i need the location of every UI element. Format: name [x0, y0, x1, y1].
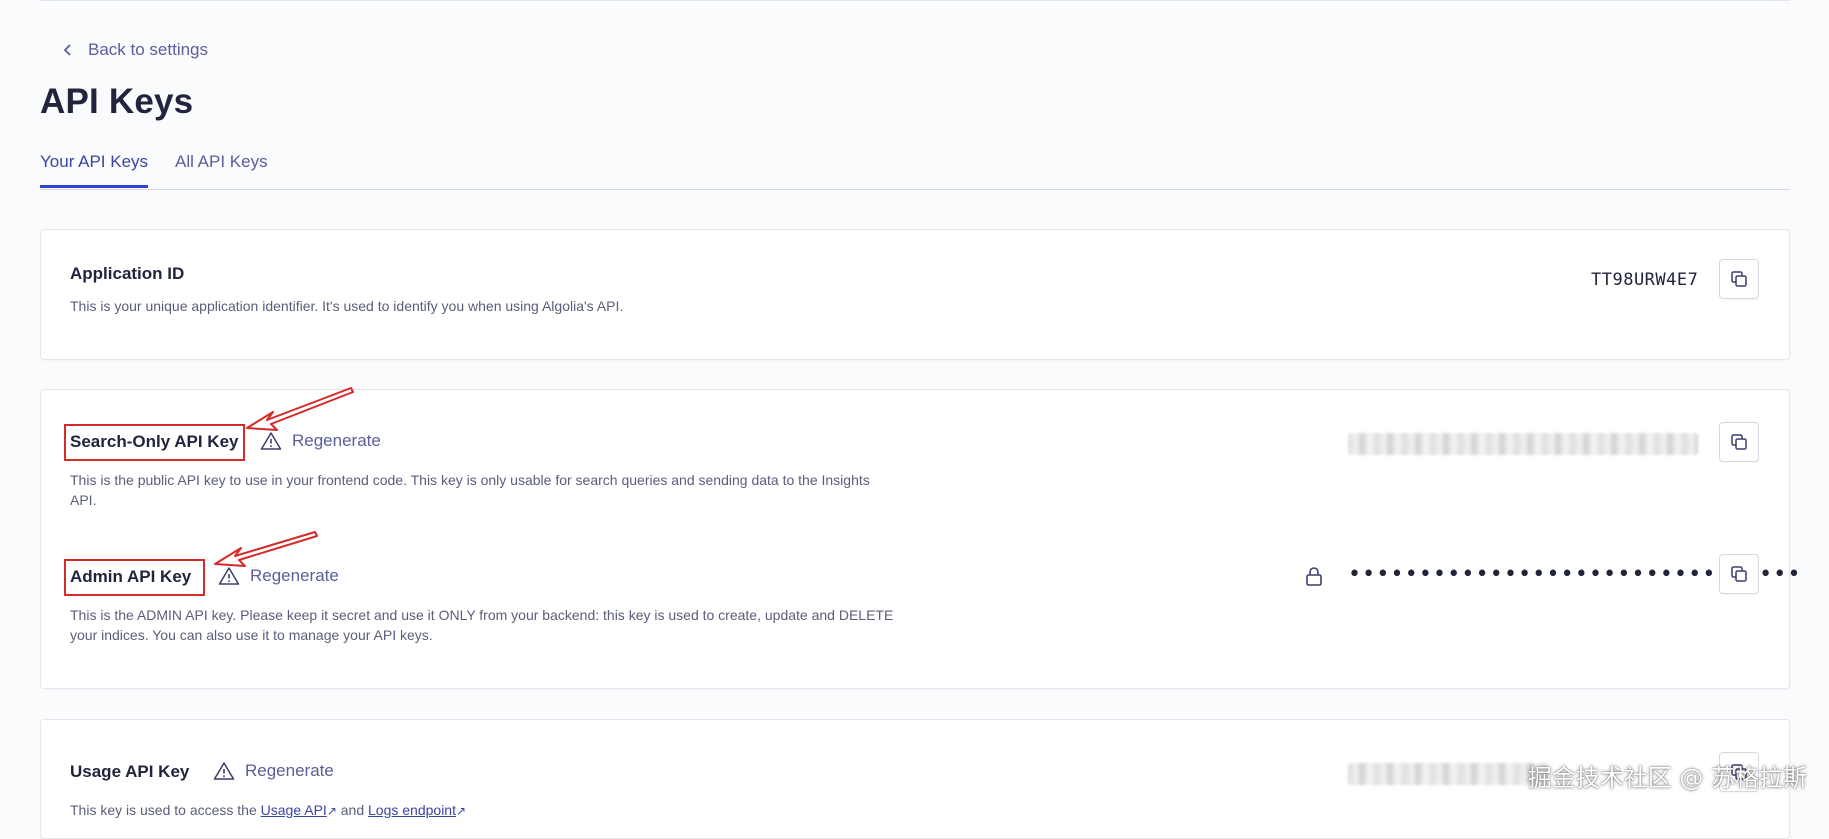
admin-key-label: Admin API Key [70, 567, 192, 586]
usage-api-link[interactable]: Usage API [261, 802, 327, 818]
admin-key-description: This is the ADMIN API key. Please keep i… [70, 607, 894, 643]
top-divider [40, 0, 1790, 1]
application-id-card: Application ID This is your unique appli… [40, 229, 1790, 360]
tab-all-api-keys[interactable]: All API Keys [175, 152, 268, 186]
warning-triangle-icon [218, 567, 240, 585]
regenerate-label: Regenerate [245, 761, 334, 780]
usage-desc-middle: and [340, 802, 365, 818]
lock-icon[interactable] [1305, 566, 1323, 586]
application-id-description: This is your unique application identifi… [70, 298, 624, 314]
regenerate-usage-button[interactable]: Regenerate [213, 761, 334, 781]
application-id-value: TT98URW4E7 [1591, 270, 1699, 290]
search-only-key-label: Search-Only API Key [70, 432, 239, 451]
api-keys-card: Search-Only API Key Regenerate This is t… [40, 387, 1800, 689]
usage-desc-prefix: This key is used to access the [70, 802, 257, 818]
page-title: API Keys [40, 82, 194, 121]
watermark: 掘金技术社区 @ 苏格拉斯 [1527, 764, 1807, 792]
application-id-label: Application ID [70, 264, 185, 283]
chevron-left-icon [63, 44, 71, 56]
regenerate-search-only-button[interactable]: Regenerate [260, 431, 381, 451]
search-only-key-description: This is the public API key to use in you… [70, 472, 870, 508]
tab-bar: Your API Keys All API Keys [40, 148, 1790, 190]
external-link-icon: ↗ [326, 804, 337, 818]
warning-triangle-icon [260, 432, 282, 450]
copy-search-only-key-button[interactable] [1719, 422, 1759, 462]
copy-application-id-button[interactable] [1719, 259, 1759, 299]
warning-triangle-icon [213, 762, 235, 780]
copy-icon [1731, 434, 1747, 450]
regenerate-admin-button[interactable]: Regenerate [218, 566, 339, 586]
usage-key-label: Usage API Key [70, 762, 190, 781]
external-link-icon: ↗ [455, 804, 467, 818]
regenerate-label: Regenerate [250, 566, 339, 585]
copy-admin-key-button[interactable] [1719, 554, 1759, 594]
back-label: Back to settings [88, 40, 209, 59]
tab-your-api-keys[interactable]: Your API Keys [40, 152, 149, 188]
copy-icon [1731, 566, 1747, 582]
usage-key-description: This key is used to access the Usage API… [70, 800, 466, 821]
copy-icon [1731, 271, 1747, 287]
search-only-key-value-redacted [1348, 433, 1698, 455]
back-to-settings-link[interactable]: Back to settings [62, 40, 208, 60]
usage-key-value-redacted [1348, 763, 1548, 785]
regenerate-label: Regenerate [292, 431, 381, 450]
logs-endpoint-link[interactable]: Logs endpoint [368, 802, 456, 818]
